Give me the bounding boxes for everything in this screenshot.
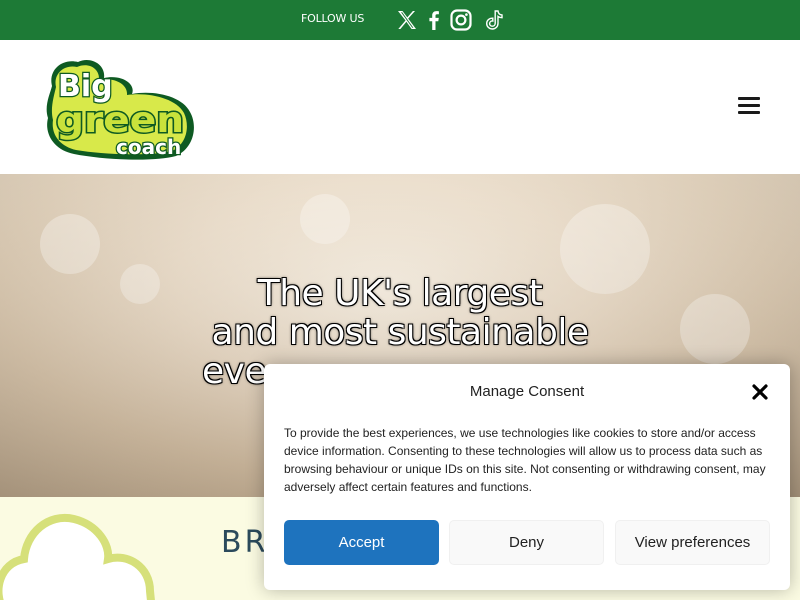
view-preferences-button[interactable]: View preferences	[615, 520, 770, 565]
facebook-icon[interactable]	[422, 8, 446, 32]
logo-text-coach: coach	[116, 135, 181, 159]
menu-bar	[738, 97, 760, 100]
tiktok-icon[interactable]	[482, 8, 506, 32]
menu-bar	[738, 104, 760, 107]
follow-us-label: FOLLOW US	[301, 12, 365, 25]
hero-title-line: and most sustainable	[211, 312, 589, 353]
cloud-decoration	[0, 513, 155, 600]
top-bar: FOLLOW US	[0, 0, 800, 40]
consent-description: To provide the best experiences, we use …	[284, 426, 766, 494]
section-heading: BR	[221, 525, 269, 560]
page: FOLLOW US Big green coach The UK's large…	[0, 0, 800, 600]
site-header: Big green coach	[0, 40, 800, 174]
consent-title: Manage Consent	[469, 383, 585, 400]
big-green-coach-logo[interactable]: Big green coach	[44, 56, 196, 160]
accept-button[interactable]: Accept	[284, 520, 439, 565]
logo-text-big: Big	[58, 69, 113, 104]
close-icon[interactable]	[750, 382, 770, 402]
instagram-icon[interactable]	[449, 8, 473, 32]
hamburger-menu-icon[interactable]	[738, 97, 760, 115]
x-twitter-icon[interactable]	[395, 8, 419, 32]
deny-button[interactable]: Deny	[449, 520, 604, 565]
hero-title-line: The UK's largest	[257, 273, 543, 314]
cookie-consent-dialog: Manage Consent To provide the best exper…	[264, 364, 790, 590]
menu-bar	[738, 111, 760, 114]
